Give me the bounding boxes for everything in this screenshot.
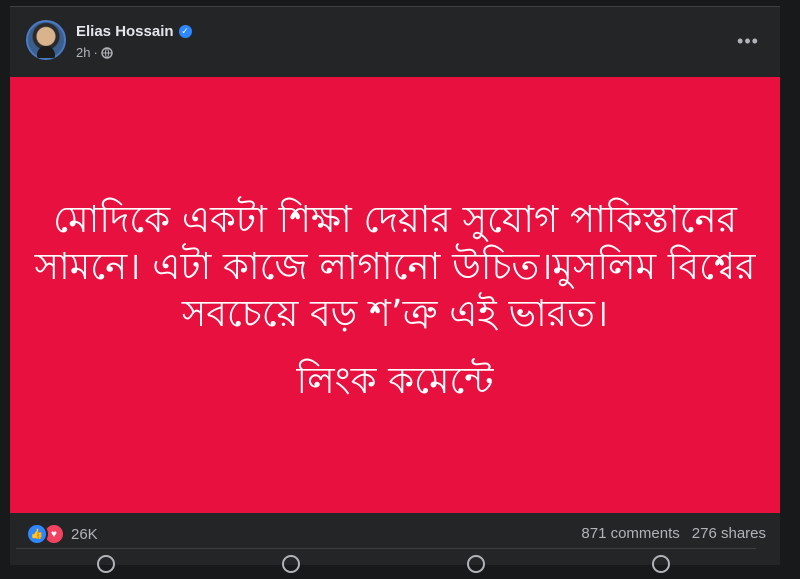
like-icon <box>96 555 115 573</box>
globe-icon <box>101 46 113 59</box>
meta-separator: · <box>93 45 98 60</box>
avatar[interactable] <box>26 20 66 60</box>
send-button[interactable] <box>386 549 571 579</box>
post-image[interactable]: মোদিকে একটা শিক্ষা দেয়ার সুযোগ পাকিস্তা… <box>10 77 780 513</box>
verified-badge-icon: ✓ <box>178 25 192 38</box>
comment-button[interactable] <box>201 549 386 579</box>
author-name[interactable]: Elias Hossain <box>76 23 174 40</box>
post-text: মোদিকে একটা শিক্ষা দেয়ার সুযোগ পাকিস্তা… <box>34 198 756 335</box>
comments-count[interactable]: 871 comments <box>581 525 679 542</box>
engagement-counts: 871 comments 276 shares <box>581 525 766 542</box>
post-time[interactable]: 2h <box>76 45 90 60</box>
post-meta: 2h · <box>76 45 113 60</box>
post-header: Elias Hossain ✓ 2h · ••• <box>10 7 780 77</box>
send-icon <box>466 555 485 573</box>
shares-count[interactable]: 276 shares <box>692 525 766 542</box>
share-icon <box>651 555 670 573</box>
reaction-count: 26K <box>71 525 98 543</box>
more-options-button[interactable]: ••• <box>730 27 766 55</box>
more-icon: ••• <box>737 30 759 51</box>
like-button[interactable] <box>16 549 201 579</box>
comment-icon <box>281 555 300 573</box>
post-card: Elias Hossain ✓ 2h · ••• মোদিকে একটা শিক… <box>10 6 780 565</box>
author-row: Elias Hossain ✓ <box>76 23 192 40</box>
reactions-summary[interactable]: 👍 ♥ 26K <box>26 523 98 545</box>
share-button[interactable] <box>571 549 756 579</box>
post-link-text: লিংক কমেন্টে <box>296 359 494 402</box>
like-reaction-icon: 👍 <box>26 523 48 545</box>
